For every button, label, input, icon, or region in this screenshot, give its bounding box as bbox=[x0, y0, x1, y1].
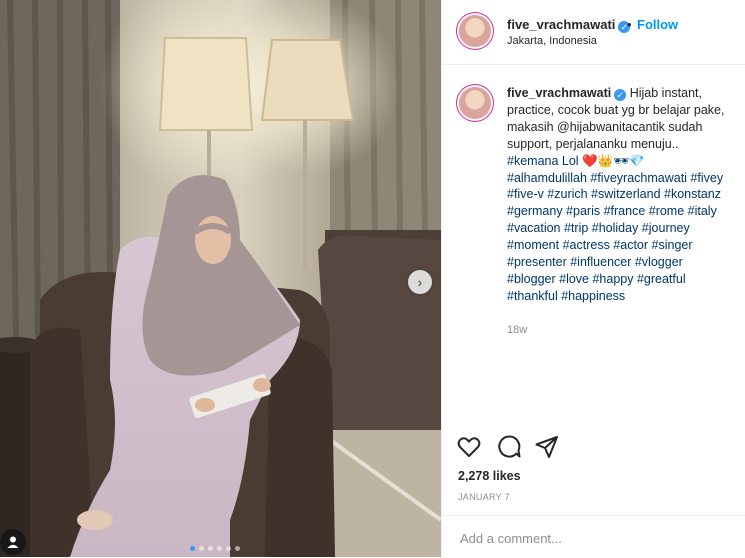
likes-count[interactable]: 2,278 likes bbox=[458, 469, 521, 483]
avatar[interactable] bbox=[459, 15, 491, 47]
carousel-indicator bbox=[190, 546, 240, 551]
tagged-users-button[interactable] bbox=[0, 529, 26, 555]
carousel-dot bbox=[199, 546, 204, 551]
follow-button[interactable]: Follow bbox=[637, 17, 678, 32]
add-comment-section bbox=[442, 515, 745, 558]
username-text[interactable]: five_vrachmawati bbox=[507, 86, 611, 100]
carousel-dot bbox=[190, 546, 195, 551]
post-header: five_vrachmawati ✓ • Follow Jakarta, Indo… bbox=[442, 0, 745, 65]
comment-input[interactable] bbox=[458, 527, 732, 549]
next-slide-button[interactable]: › bbox=[408, 270, 432, 294]
time-ago: 18w bbox=[507, 324, 528, 336]
chevron-right-icon: › bbox=[417, 274, 423, 290]
carousel-dot bbox=[208, 546, 213, 551]
action-bar bbox=[442, 430, 745, 460]
carousel-dot bbox=[217, 546, 222, 551]
post-photo bbox=[0, 0, 441, 557]
caption: five_vrachmawati ✓ Hijab instant, practic… bbox=[507, 85, 731, 305]
heart-icon[interactable] bbox=[456, 434, 482, 460]
location-link[interactable]: Jakarta, Indonesia bbox=[507, 35, 597, 47]
hashtag-list[interactable]: #alhamdulillah #fiveyrachmawati #fivey #… bbox=[507, 171, 723, 303]
caption-area: five_vrachmawati ✓ Hijab instant, practic… bbox=[442, 65, 745, 425]
post-media[interactable]: › bbox=[0, 0, 441, 557]
carousel-dot bbox=[235, 546, 240, 551]
post-date: JANUARY 7 bbox=[458, 492, 510, 502]
post-details-panel: five_vrachmawati ✓ • Follow Jakarta, Indo… bbox=[441, 0, 745, 557]
caption-emoji-line[interactable]: #kemana Lol ❤️👑🕶💎 bbox=[507, 154, 645, 168]
caption-username[interactable]: five_vrachmawati ✓ bbox=[507, 86, 627, 101]
verified-badge-icon: ✓ bbox=[614, 89, 627, 101]
username-text[interactable]: five_vrachmawati bbox=[507, 17, 615, 32]
avatar[interactable] bbox=[459, 87, 491, 119]
username-link[interactable]: five_vrachmawati ✓ bbox=[507, 17, 631, 33]
user-tag-icon bbox=[7, 536, 19, 548]
comment-icon[interactable] bbox=[496, 434, 522, 460]
carousel-dot bbox=[226, 546, 231, 551]
separator-dot: • bbox=[627, 17, 632, 32]
share-icon[interactable] bbox=[534, 434, 560, 460]
